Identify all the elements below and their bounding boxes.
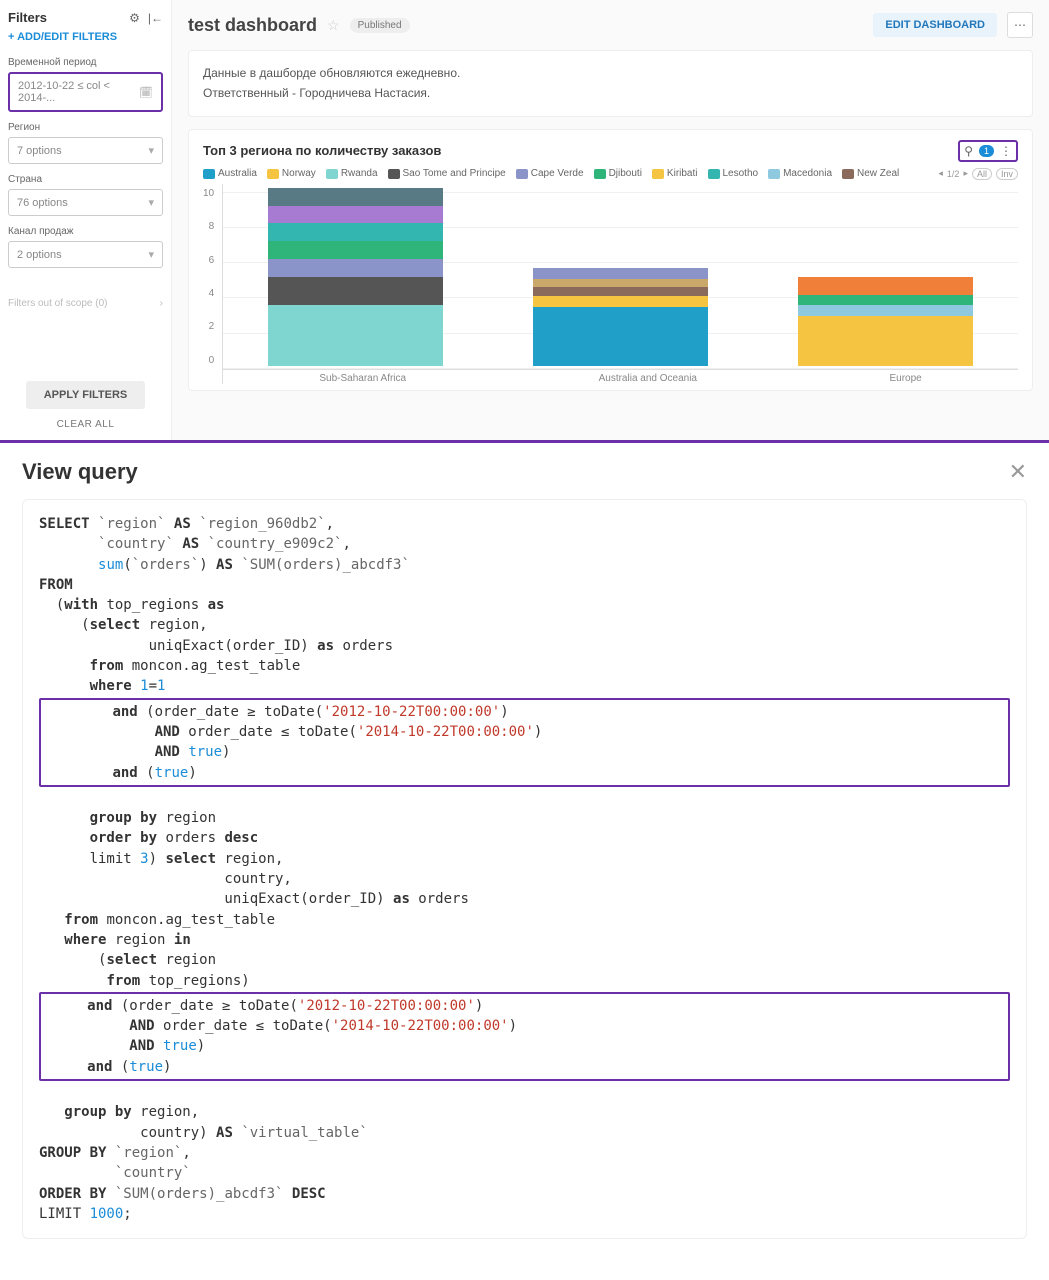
legend-item[interactable]: Macedonia: [768, 168, 832, 179]
bar-column[interactable]: [798, 188, 973, 366]
collapse-icon[interactable]: |←: [148, 11, 163, 25]
bar-column[interactable]: [268, 188, 443, 366]
chart-controls: ⚲ 1 ⋮: [958, 140, 1018, 162]
legend-item[interactable]: New Zeal: [842, 168, 899, 179]
legend-item[interactable]: Cape Verde: [516, 168, 584, 179]
filter-label: Канал продаж: [8, 226, 163, 237]
next-icon[interactable]: ▸: [963, 168, 968, 179]
oos-label: Filters out of scope (0): [8, 298, 107, 309]
chevron-down-icon: ▾: [148, 144, 154, 157]
filters-title: Filters: [8, 10, 47, 25]
filter-select[interactable]: 76 options▾: [8, 189, 163, 216]
legend-item[interactable]: Sao Tome and Principe: [388, 168, 506, 179]
chevron-right-icon: ›: [160, 298, 163, 309]
dashboard-main: test dashboard ☆ Published EDIT DASHBOAR…: [172, 0, 1049, 440]
gear-icon[interactable]: ⚙: [129, 11, 140, 25]
x-tick: Europe: [890, 373, 922, 384]
close-icon[interactable]: ✕: [1009, 459, 1027, 485]
info-line: Данные в дашборде обновляются ежедневно.: [203, 63, 1018, 83]
filter-count-badge: 1: [979, 145, 994, 157]
chevron-down-icon: ▾: [148, 248, 154, 261]
edit-dashboard-button[interactable]: EDIT DASHBOARD: [873, 13, 997, 37]
kebab-menu-icon[interactable]: ⋮: [1000, 144, 1012, 158]
chart-area: 1086420 Sub-Saharan Africa Australia and …: [203, 184, 1018, 384]
dashboard-description: Данные в дашборде обновляются ежедневно.…: [188, 50, 1033, 117]
filters-out-of-scope[interactable]: Filters out of scope (0) ›: [8, 298, 163, 309]
legend-all-button[interactable]: All: [972, 168, 992, 180]
y-axis: 1086420: [203, 184, 222, 384]
legend-item[interactable]: Djibouti: [594, 168, 642, 179]
star-icon[interactable]: ☆: [327, 17, 340, 34]
dashboard-title: test dashboard: [188, 15, 317, 36]
chart-panel: Топ 3 региона по количеству заказов ⚲ 1 …: [188, 129, 1033, 391]
legend-item[interactable]: Kiribati: [652, 168, 698, 179]
filter-select[interactable]: 7 options▾: [8, 137, 163, 164]
legend-item[interactable]: Australia: [203, 168, 257, 179]
chart-title: Топ 3 региона по количеству заказов: [203, 143, 441, 158]
more-menu-button[interactable]: ⋯: [1007, 12, 1033, 38]
chart-legend: Australia Norway Rwanda Sao Tome and Princi…: [203, 168, 1018, 180]
status-badge: Published: [350, 18, 410, 33]
view-query-panel: View query ✕ SELECT `region` AS `region_…: [0, 443, 1049, 1255]
legend-item[interactable]: Rwanda: [326, 168, 378, 179]
dashboard-area: Filters ⚙ |← + ADD/EDIT FILTERS Временно…: [0, 0, 1049, 443]
apply-filters-button[interactable]: APPLY FILTERS: [26, 381, 146, 409]
filter-icon[interactable]: ⚲: [964, 144, 973, 158]
legend-inv-button[interactable]: Inv: [996, 168, 1018, 180]
prev-icon[interactable]: ◂: [938, 168, 943, 179]
filter-label: Временной период: [8, 57, 163, 68]
legend-item[interactable]: Norway: [267, 168, 316, 179]
x-tick: Australia and Oceania: [599, 373, 697, 384]
filters-sidebar: Filters ⚙ |← + ADD/EDIT FILTERS Временно…: [0, 0, 172, 440]
bar-column[interactable]: [533, 188, 708, 366]
x-axis: Sub-Saharan Africa Australia and Oceania E…: [223, 369, 1018, 384]
filter-label: Страна: [8, 174, 163, 185]
filter-label: Регион: [8, 122, 163, 133]
filter-select[interactable]: 2012-10-22 ≤ col < 2014-...🗓: [8, 72, 163, 112]
plot-area: Sub-Saharan Africa Australia and Oceania E…: [222, 184, 1018, 384]
sql-code: SELECT `region` AS `region_960db2`, `cou…: [22, 499, 1027, 1239]
filter-select[interactable]: 2 options▾: [8, 241, 163, 268]
clear-all-button[interactable]: CLEAR ALL: [57, 419, 115, 430]
info-line: Ответственный - Городничева Настасия.: [203, 83, 1018, 103]
chevron-down-icon: ▾: [148, 196, 154, 209]
view-query-title: View query: [22, 459, 138, 485]
calendar-icon: 🗓: [139, 86, 153, 99]
add-edit-filters-link[interactable]: + ADD/EDIT FILTERS: [8, 31, 163, 43]
legend-item[interactable]: Lesotho: [708, 168, 759, 179]
x-tick: Sub-Saharan Africa: [319, 373, 406, 384]
